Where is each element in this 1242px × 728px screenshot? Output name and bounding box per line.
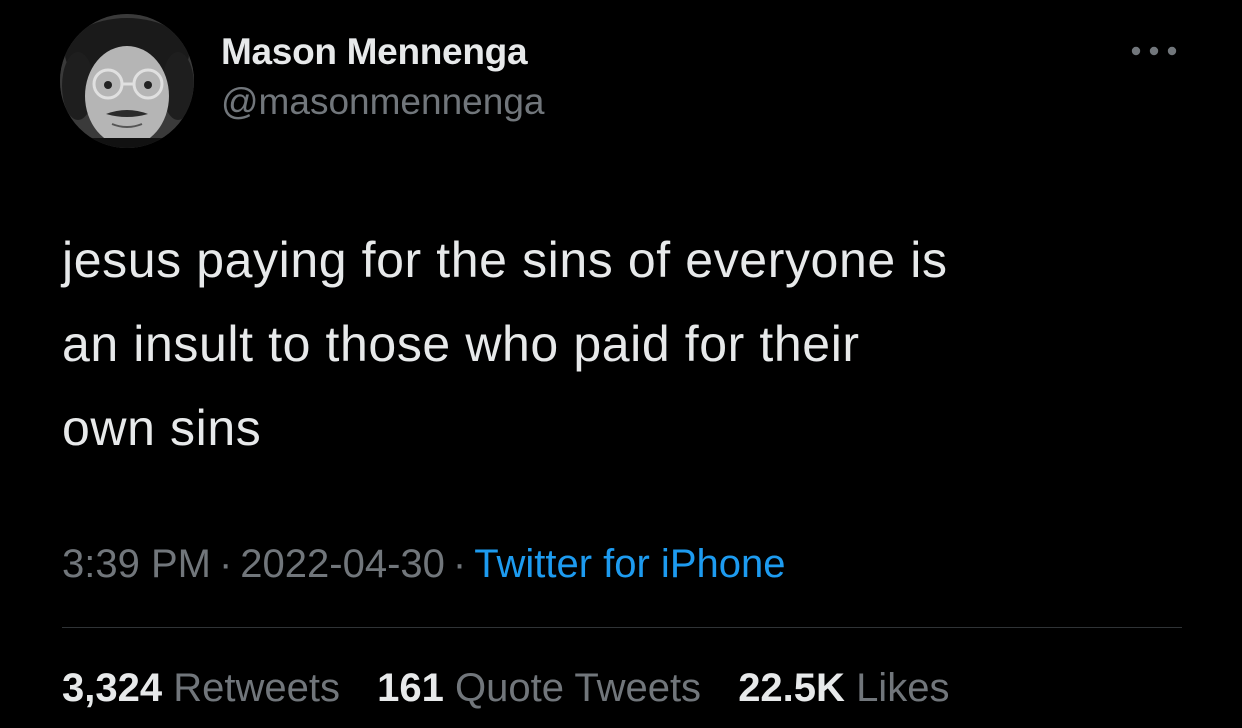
tweet-metadata: 3:39 PM · 2022-04-30 · Twitter for iPhone (62, 538, 785, 590)
avatar-image (60, 14, 194, 148)
quote-tweets-count: 161 (377, 666, 444, 710)
tweet-source-link[interactable]: Twitter for iPhone (474, 542, 785, 586)
user-handle[interactable]: @masonmennenga (221, 80, 544, 124)
tweet-time[interactable]: 3:39 PM (62, 542, 211, 586)
engagement-stats: 3,324 Retweets 161 Quote Tweets 22.5K Li… (62, 662, 949, 714)
avatar[interactable] (60, 14, 194, 148)
retweets-label: Retweets (173, 666, 340, 710)
tweet-text: jesus paying for the sins of everyone is… (62, 232, 948, 456)
likes-count: 22.5K (738, 666, 845, 710)
retweets-stat[interactable]: 3,324 Retweets (62, 662, 340, 714)
likes-label: Likes (856, 666, 950, 710)
display-name[interactable]: Mason Mennenga (221, 30, 544, 74)
meta-separator: · (452, 542, 467, 586)
tweet-date[interactable]: 2022-04-30 (240, 542, 445, 586)
meta-separator: · (218, 542, 233, 586)
tweet-card: Mason Mennenga @masonmennenga jesus payi… (0, 0, 1242, 728)
more-options-button[interactable] (1124, 34, 1184, 68)
author-block[interactable]: Mason Mennenga @masonmennenga (221, 30, 544, 124)
divider (62, 627, 1182, 628)
retweets-count: 3,324 (62, 666, 163, 710)
likes-stat[interactable]: 22.5K Likes (738, 662, 949, 714)
more-horizontal-icon (1131, 46, 1177, 56)
quote-tweets-stat[interactable]: 161 Quote Tweets (377, 662, 701, 714)
quote-tweets-label: Quote Tweets (454, 666, 702, 710)
